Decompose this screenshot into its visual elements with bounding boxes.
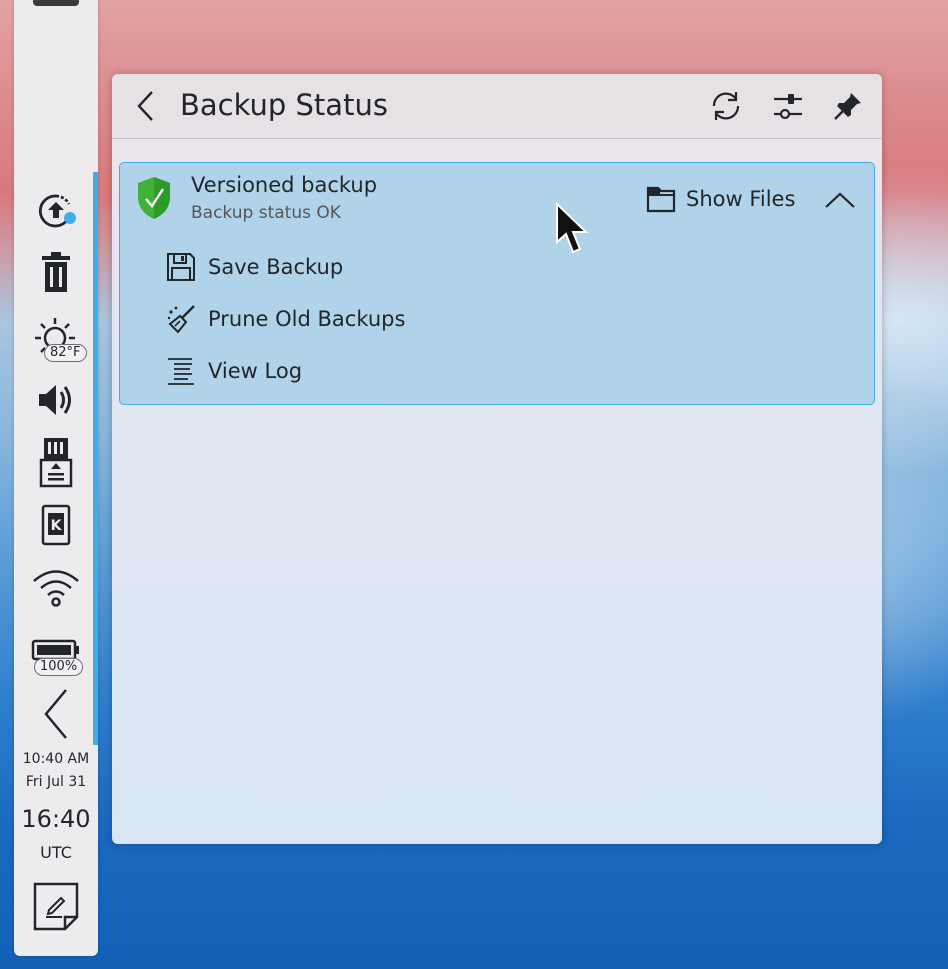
save-icon (167, 253, 195, 281)
removable-device-icon[interactable] (24, 436, 88, 488)
backup-status-text: Backup status OK (191, 203, 341, 223)
broom-icon (167, 305, 195, 334)
pin-icon (834, 93, 861, 120)
local-date[interactable]: Fri Jul 31 (14, 774, 98, 790)
notes-icon[interactable] (24, 880, 88, 932)
panel-active-indicator (93, 172, 98, 745)
local-time[interactable]: 10:40 AM (14, 751, 98, 767)
weather-temperature-badge: 82°F (44, 344, 87, 362)
log-icon (168, 358, 194, 385)
popup-header: Backup Status (112, 74, 882, 139)
volume-icon[interactable] (24, 378, 88, 422)
back-arrow-icon (137, 91, 153, 121)
refresh-button[interactable] (706, 86, 746, 126)
view-log-label: View Log (208, 359, 303, 383)
battery-percent-badge: 100% (34, 658, 84, 676)
backup-item-title: Versioned backup (191, 173, 378, 197)
svg-text:K: K (51, 518, 63, 534)
save-backup-label: Save Backup (208, 255, 344, 279)
show-files-button[interactable]: Show Files (646, 183, 795, 215)
folder-icon (646, 186, 676, 213)
chevron-up-icon (825, 192, 855, 208)
trash-icon[interactable] (24, 250, 88, 296)
kde-connect-icon[interactable]: K (24, 504, 88, 546)
back-button[interactable] (126, 86, 166, 126)
backup-status-popup: Backup Status Versioned backup Backup st… (112, 74, 882, 844)
prune-old-backups-action[interactable]: Prune Old Backups (166, 301, 405, 337)
app-launcher-icon[interactable] (33, 0, 79, 6)
backup-item[interactable]: Versioned backup Backup status OK Show F… (119, 162, 875, 405)
sliders-icon (774, 94, 802, 120)
popup-title: Backup Status (180, 88, 388, 122)
shield-check-icon (136, 175, 172, 225)
view-log-action[interactable]: View Log (166, 353, 302, 389)
pin-button[interactable] (828, 86, 868, 126)
save-backup-action[interactable]: Save Backup (166, 249, 343, 285)
expand-tray-arrow-icon[interactable] (24, 686, 88, 742)
utc-label: UTC (40, 843, 72, 862)
configure-button[interactable] (768, 86, 808, 126)
refresh-icon (712, 92, 740, 120)
utc-time[interactable]: 16:40 (14, 805, 98, 833)
mouse-cursor-icon (555, 201, 591, 262)
collapse-button[interactable] (822, 185, 858, 215)
backup-tray-icon[interactable] (24, 190, 88, 232)
show-files-label: Show Files (686, 187, 796, 211)
wifi-icon[interactable] (24, 566, 88, 610)
prune-old-backups-label: Prune Old Backups (208, 307, 406, 331)
